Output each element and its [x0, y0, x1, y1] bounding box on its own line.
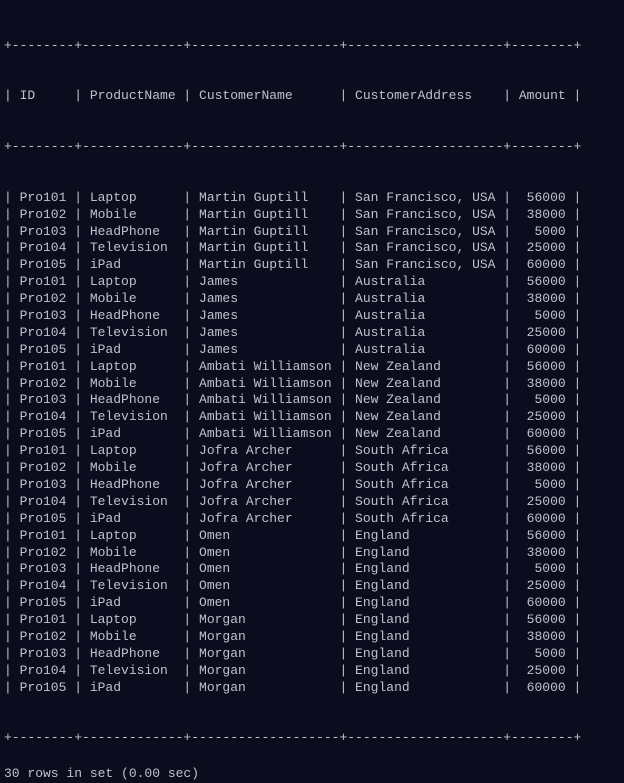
table-row: | Pro105 | iPad | Martin Guptill | San F… — [4, 257, 620, 274]
table-row: | Pro105 | iPad | James | Australia | 60… — [4, 342, 620, 359]
table-row: | Pro101 | Laptop | James | Australia | … — [4, 274, 620, 291]
table-row: | Pro101 | Laptop | Omen | England | 560… — [4, 528, 620, 545]
table-row: | Pro102 | Mobile | Morgan | England | 3… — [4, 629, 620, 646]
table-row: | Pro103 | HeadPhone | Ambati Williamson… — [4, 392, 620, 409]
table-row: | Pro103 | HeadPhone | Omen | England | … — [4, 561, 620, 578]
table-row: | Pro102 | Mobile | James | Australia | … — [4, 291, 620, 308]
table-row: | Pro102 | Mobile | Omen | England | 380… — [4, 545, 620, 562]
table-row: | Pro104 | Television | Martin Guptill |… — [4, 240, 620, 257]
table-row: | Pro101 | Laptop | Ambati Williamson | … — [4, 359, 620, 376]
table-row: | Pro104 | Television | James | Australi… — [4, 325, 620, 342]
table-body: | Pro101 | Laptop | Martin Guptill | San… — [4, 190, 620, 697]
table-row: | Pro104 | Television | Ambati Williamso… — [4, 409, 620, 426]
table-row: | Pro102 | Mobile | Martin Guptill | San… — [4, 207, 620, 224]
table-border-bottom: +--------+-------------+----------------… — [4, 730, 620, 747]
table-border-top: +--------+-------------+----------------… — [4, 38, 620, 55]
table-row: | Pro102 | Mobile | Jofra Archer | South… — [4, 460, 620, 477]
table-row: | Pro105 | iPad | Ambati Williamson | Ne… — [4, 426, 620, 443]
table-row: | Pro104 | Television | Morgan | England… — [4, 663, 620, 680]
table-row: | Pro103 | HeadPhone | Martin Guptill | … — [4, 224, 620, 241]
table-row: | Pro101 | Laptop | Martin Guptill | San… — [4, 190, 620, 207]
table-border-mid: +--------+-------------+----------------… — [4, 139, 620, 156]
table-row: | Pro103 | HeadPhone | Jofra Archer | So… — [4, 477, 620, 494]
table-row: | Pro101 | Laptop | Morgan | England | 5… — [4, 612, 620, 629]
table-row: | Pro104 | Television | Jofra Archer | S… — [4, 494, 620, 511]
table-row: | Pro102 | Mobile | Ambati Williamson | … — [4, 376, 620, 393]
table-row: | Pro101 | Laptop | Jofra Archer | South… — [4, 443, 620, 460]
sql-result-table: +--------+-------------+----------------… — [4, 4, 620, 764]
table-row: | Pro103 | HeadPhone | James | Australia… — [4, 308, 620, 325]
table-row: | Pro105 | iPad | Omen | England | 60000… — [4, 595, 620, 612]
table-header-row: | ID | ProductName | CustomerName | Cust… — [4, 88, 620, 105]
table-row: | Pro104 | Television | Omen | England |… — [4, 578, 620, 595]
table-row: | Pro103 | HeadPhone | Morgan | England … — [4, 646, 620, 663]
table-row: | Pro105 | iPad | Morgan | England | 600… — [4, 680, 620, 697]
query-status: 30 rows in set (0.00 sec) — [4, 766, 620, 783]
table-row: | Pro105 | iPad | Jofra Archer | South A… — [4, 511, 620, 528]
